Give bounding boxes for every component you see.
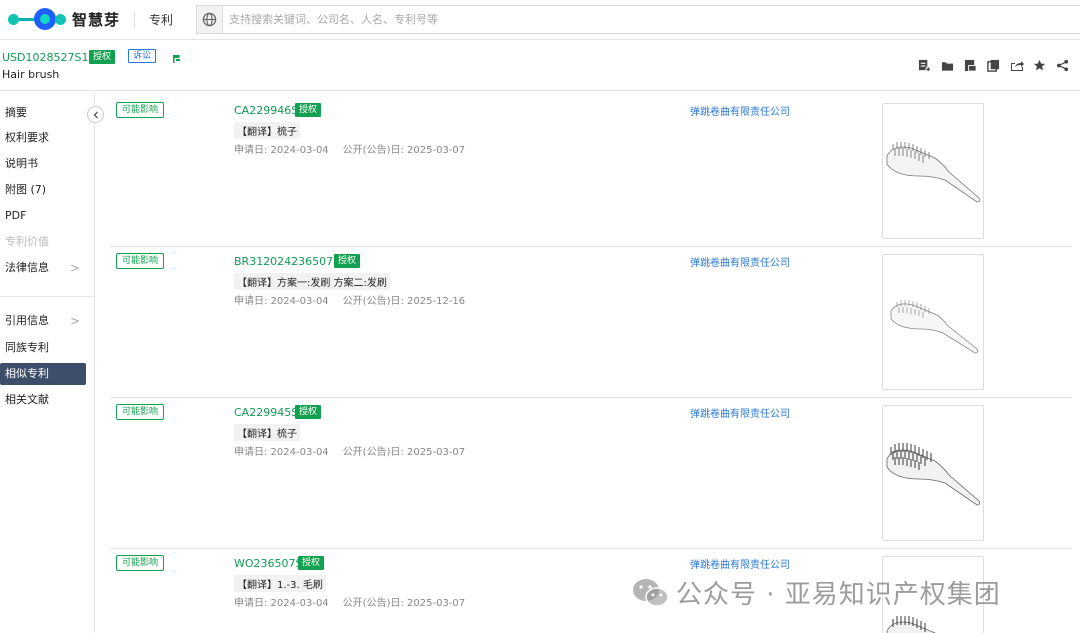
result-dates: 申请日: 2024-03-04 公开(公告)日: 2025-03-07: [234, 594, 465, 609]
sidebar-item-label: 同族专利: [5, 341, 49, 354]
watermark-text: 公众号 · 亚易知识产权集团: [676, 580, 1001, 610]
sidebar-item-abstract[interactable]: 摘要: [0, 102, 86, 124]
result-number-link[interactable]: WO236507S: [234, 557, 303, 570]
search-bar: [196, 5, 1080, 34]
impact-badge: 可能影响: [116, 253, 165, 269]
sidebar-item-label: 专利价值: [5, 235, 49, 248]
folder-icon[interactable]: [939, 57, 956, 74]
globe-icon[interactable]: [197, 6, 223, 33]
sidebar-item-drawings[interactable]: 附图 (7): [0, 179, 86, 201]
drawing-thumbnail[interactable]: [882, 405, 984, 541]
apply-date: 申请日: 2024-03-04: [234, 145, 329, 156]
result-dates: 申请日: 2024-03-04 公开(公告)日: 2025-03-07: [234, 443, 465, 458]
chevron-right-icon: >: [69, 314, 80, 328]
apply-date: 申请日: 2024-03-04: [234, 447, 329, 458]
litigation-badge[interactable]: 诉讼: [128, 49, 157, 63]
sidebar-item-family[interactable]: 同族专利: [0, 337, 86, 359]
apply-date: 申请日: 2024-03-04: [234, 598, 329, 609]
sidebar-item-description[interactable]: 说明书: [0, 153, 86, 175]
impact-badge: 可能影响: [116, 102, 165, 118]
status-badge: 授权: [334, 254, 361, 268]
status-badge: 授权: [295, 103, 322, 117]
divider: [0, 296, 95, 297]
wechat-icon: [633, 578, 669, 607]
sidebar-item-label: 说明书: [5, 157, 38, 170]
drawing-thumbnail[interactable]: [882, 103, 984, 239]
export-icon[interactable]: [1008, 57, 1025, 74]
sidebar-item-label: 法律信息: [5, 261, 49, 274]
patent-title: Hair brush: [2, 68, 60, 81]
apply-date: 申请日: 2024-03-04: [234, 296, 329, 307]
impact-badge: 可能影响: [116, 404, 165, 420]
add-note-icon[interactable]: [916, 57, 933, 74]
company-link[interactable]: 弹跳卷曲有限责任公司: [690, 556, 790, 571]
chevron-left-icon: [93, 111, 98, 118]
list-item[interactable]: 可能影响 CA229945S 授权 【翻译】梳子 申请日: 2024-03-04…: [110, 398, 1072, 549]
copy-icon[interactable]: [985, 57, 1002, 74]
sidebar-item-citation[interactable]: 引用信息 >: [0, 310, 86, 332]
sidebar: 摘要 权利要求 说明书 附图 (7) PDF 专利价值 法律信息 > 引用信息 > …: [0, 92, 95, 633]
translation-text: 【翻译】方案一:发刷 方案二:发刷: [234, 273, 390, 290]
result-number-link[interactable]: BR312024236507S1: [234, 255, 347, 268]
chevron-right-icon: >: [69, 261, 80, 275]
logo-mark-icon: [8, 8, 66, 30]
sidebar-item-label: 引用信息: [5, 314, 49, 327]
collapse-sidebar-button[interactable]: [87, 106, 104, 123]
logo-text: 智慧芽: [72, 10, 121, 29]
top-bar: 智慧芽 专利: [0, 0, 1080, 40]
status-badge: 授权: [295, 405, 322, 419]
status-badge: 授权: [89, 50, 116, 64]
result-dates: 申请日: 2024-03-04 公开(公告)日: 2025-12-16: [234, 292, 465, 307]
sidebar-item-legal-info[interactable]: 法律信息 >: [0, 257, 86, 279]
drawing-thumbnail[interactable]: [882, 254, 984, 390]
sidebar-item-label: PDF: [5, 209, 27, 222]
pdf-icon[interactable]: [962, 57, 979, 74]
sidebar-item-claims[interactable]: 权利要求: [0, 127, 86, 149]
company-link[interactable]: 弹跳卷曲有限责任公司: [690, 103, 790, 118]
sidebar-item-similar[interactable]: 相似专利: [0, 363, 86, 385]
flag-icon[interactable]: [172, 49, 182, 68]
sidebar-item-label: 摘要: [5, 106, 27, 119]
hair-brush-image: [890, 300, 979, 354]
impact-badge: 可能影响: [116, 555, 165, 571]
translation-text: 【翻译】梳子: [234, 122, 300, 139]
patent-header: USD1028527S1 授权 诉讼 Hair brush: [0, 41, 1080, 91]
sidebar-item-pdf[interactable]: PDF: [0, 205, 86, 227]
result-dates: 申请日: 2024-03-04 公开(公告)日: 2025-03-07: [234, 141, 465, 156]
sidebar-item-patent-value: 专利价值: [0, 231, 86, 253]
result-number-link[interactable]: CA229946S: [234, 104, 298, 117]
share-icon[interactable]: [1054, 57, 1071, 74]
search-input[interactable]: [223, 7, 1080, 32]
divider: [134, 12, 135, 28]
pub-date: 公开(公告)日: 2025-03-07: [342, 145, 466, 156]
status-badge: 授权: [298, 556, 325, 570]
company-link[interactable]: 弹跳卷曲有限责任公司: [690, 254, 790, 269]
hair-brush-image: [886, 142, 981, 203]
sidebar-item-label: 相关文献: [5, 393, 49, 406]
list-item[interactable]: 可能影响 BR312024236507S1 授权 【翻译】方案一:发刷 方案二:…: [110, 247, 1072, 398]
translation-text: 【翻译】1.-3. 毛刷: [234, 575, 326, 592]
patent-number: USD1028527S1: [2, 51, 89, 64]
app-logo[interactable]: 智慧芽: [8, 7, 120, 31]
list-item[interactable]: 可能影响 CA229946S 授权 【翻译】梳子 申请日: 2024-03-04…: [110, 96, 1072, 247]
sidebar-item-label: 权利要求: [5, 131, 49, 144]
watermark: 公众号 · 亚易知识产权集团: [632, 574, 1001, 611]
sidebar-item-label: 相似专利: [5, 367, 49, 380]
pub-date: 公开(公告)日: 2025-12-16: [342, 296, 466, 307]
company-link[interactable]: 弹跳卷曲有限责任公司: [690, 405, 790, 420]
hair-brush-image: [886, 443, 981, 506]
sidebar-item-related-docs[interactable]: 相关文献: [0, 389, 86, 411]
pub-date: 公开(公告)日: 2025-03-07: [342, 598, 466, 609]
result-number-link[interactable]: CA229945S: [234, 406, 298, 419]
translation-text: 【翻译】梳子: [234, 424, 300, 441]
toolbar: [916, 57, 1071, 74]
tab-patent[interactable]: 专利: [149, 11, 173, 28]
sidebar-item-label: 附图 (7): [5, 183, 47, 196]
pub-date: 公开(公告)日: 2025-03-07: [342, 447, 466, 458]
star-icon[interactable]: [1031, 57, 1048, 74]
